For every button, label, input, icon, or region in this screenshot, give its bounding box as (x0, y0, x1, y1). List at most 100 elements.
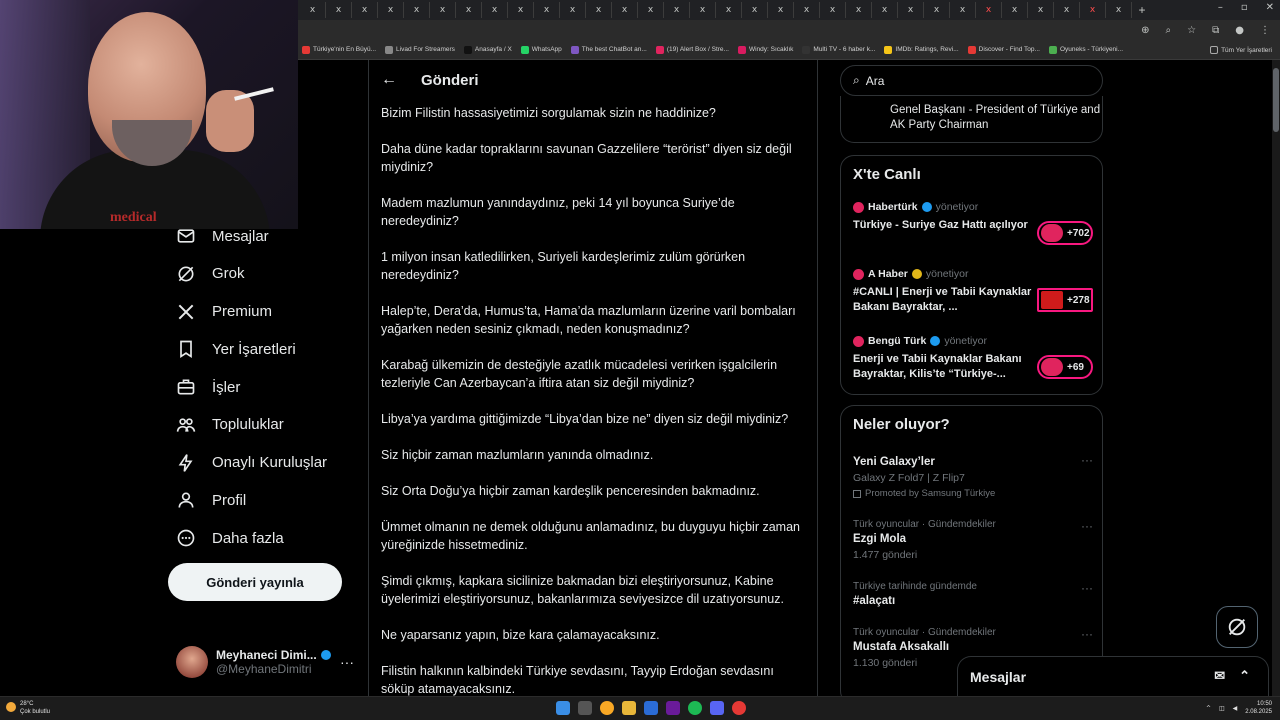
expand-icon[interactable]: ⌃ (1239, 668, 1250, 684)
live-item[interactable]: Habertürk yönetiyor Türkiye - Suriye Gaz H… (853, 201, 1093, 245)
all-bookmarks[interactable]: Tüm Yer İşaretleri (1210, 46, 1272, 54)
browser-tab[interactable]: x (430, 2, 456, 18)
browser-tab[interactable]: x (404, 2, 430, 18)
trend-item[interactable]: Türk oyuncular · Gündemdekiler Ezgi Mola 1… (853, 519, 1093, 561)
chrome-icon[interactable] (600, 701, 614, 715)
browser-tab[interactable]: x (924, 2, 950, 18)
more-icon[interactable]: ··· (1081, 519, 1093, 533)
search-icon[interactable]: ⌕ (1166, 25, 1172, 36)
edge-icon[interactable] (644, 701, 658, 715)
browser-tab[interactable]: x (1054, 2, 1080, 18)
nav-item-grok[interactable]: Grok (176, 256, 245, 292)
live-item[interactable]: A Haber yönetiyor #CANLI | Enerji ve Tabii… (853, 268, 1093, 315)
zoom-icon[interactable]: ⊕ (1141, 25, 1149, 36)
extensions-icon[interactable]: ⧉ (1212, 25, 1219, 36)
browser-tab[interactable]: x (898, 2, 924, 18)
nav-item-briefcase[interactable]: İşler (176, 369, 240, 405)
live-listener-badge[interactable]: +702 (1037, 221, 1093, 245)
bookmark-item[interactable]: Livad For Streamers (385, 45, 455, 54)
nav-item-person[interactable]: Profil (176, 482, 246, 518)
browser-tab[interactable]: x (378, 2, 404, 18)
browser-tab[interactable]: x (508, 2, 534, 18)
browser-tab[interactable]: x (820, 2, 846, 18)
bookmark-item[interactable]: The best ChatBot an... (570, 45, 647, 54)
new-message-icon[interactable]: ✉ (1214, 668, 1225, 684)
scrollbar-thumb[interactable] (1273, 68, 1279, 132)
post-button[interactable]: Gönderi yayınla (168, 563, 342, 601)
browser-tab[interactable]: x (612, 2, 638, 18)
weather-widget[interactable]: 28°C Çok bulutlu (6, 700, 50, 716)
nav-item-more-circle[interactable]: Daha fazla (176, 520, 284, 556)
live-item[interactable]: Bengü Türk yönetiyor Enerji ve Tabii Kayna… (853, 335, 1093, 382)
back-arrow-icon[interactable]: ← (381, 71, 397, 89)
browser-tab[interactable]: x (716, 2, 742, 18)
grok-floating-button[interactable] (1216, 606, 1258, 648)
browser-tab[interactable]: x (664, 2, 690, 18)
new-tab-button[interactable]: + (1132, 3, 1152, 17)
app-icon[interactable] (732, 701, 746, 715)
profile-icon[interactable]: ● (1235, 25, 1244, 36)
discord-icon[interactable] (710, 701, 724, 715)
browser-tab[interactable]: x (872, 2, 898, 18)
bookmark-item[interactable]: Türkiye'nin En Büyü... (302, 45, 376, 54)
browser-tab[interactable]: x (482, 2, 508, 18)
browser-tab[interactable]: x (1002, 2, 1028, 18)
more-icon[interactable]: ··· (1081, 453, 1093, 467)
more-icon[interactable]: ··· (1081, 627, 1093, 641)
browser-tab[interactable]: x (794, 2, 820, 18)
page-scrollbar[interactable] (1272, 60, 1280, 696)
messages-drawer[interactable]: Mesajlar ✉ ⌃ (957, 656, 1269, 696)
live-listener-badge[interactable]: +278 (1037, 288, 1093, 312)
bookmark-item[interactable]: Multi TV - 6 haber k... (802, 45, 875, 54)
browser-tab[interactable]: x (950, 2, 976, 18)
chevron-up-icon[interactable]: ^ (1206, 705, 1211, 712)
bookmark-star-icon[interactable]: ☆ (1187, 25, 1196, 36)
bookmark-item[interactable]: WhatsApp (520, 45, 562, 54)
browser-tab[interactable]: x (300, 2, 326, 18)
nav-item-people[interactable]: Topluluklar (176, 407, 284, 443)
browser-tab[interactable]: x (352, 2, 378, 18)
bookmark-item[interactable]: Discover - Find Top... (967, 45, 1040, 54)
browser-tab[interactable]: x (586, 2, 612, 18)
minimize-icon[interactable]: – (1218, 2, 1223, 13)
more-icon[interactable]: ··· (1081, 581, 1093, 595)
bookmark-item[interactable]: Oyuneks - Türkiyeni... (1048, 45, 1123, 54)
browser-tab[interactable]: x (976, 2, 1002, 18)
volume-icon[interactable]: ◀ (1233, 705, 1238, 712)
browser-tab[interactable]: x (456, 2, 482, 18)
close-icon[interactable]: ✕ (1266, 2, 1274, 13)
bookmark-item[interactable]: Anasayfa / X (463, 45, 512, 54)
obs-icon[interactable] (666, 701, 680, 715)
nav-item-lightning[interactable]: Onaylı Kuruluşlar (176, 445, 327, 481)
nav-item-bookmark[interactable]: Yer İşaretleri (176, 331, 296, 367)
folder-icon[interactable] (622, 701, 636, 715)
browser-tab[interactable]: x (534, 2, 560, 18)
maximize-icon[interactable]: ▫ (1241, 2, 1248, 13)
bookmark-item[interactable]: IMDb: Ratings, Revi... (884, 45, 959, 54)
windows-start-icon[interactable] (556, 701, 570, 715)
browser-tab[interactable]: x (742, 2, 768, 18)
nav-item-x-logo[interactable]: Premium (176, 294, 272, 330)
profile-card[interactable]: Meyhaneci Dimi... @MeyhaneDimitri ··· (176, 642, 366, 682)
trend-item[interactable]: Yeni Galaxy’ler Galaxy Z Fold7 | Z Flip7 P… (853, 453, 1093, 499)
search-icon[interactable] (578, 701, 592, 715)
live-listener-badge[interactable]: +69 (1037, 355, 1093, 379)
more-icon[interactable]: ··· (340, 654, 354, 670)
who-to-follow-card[interactable]: Genel Başkanı - President of Türkiye and… (840, 96, 1103, 143)
clock[interactable]: 10:50 2.08.2025 (1245, 700, 1272, 716)
browser-tab[interactable]: x (1080, 2, 1106, 18)
browser-tab[interactable]: x (1028, 2, 1054, 18)
browser-tab[interactable]: x (768, 2, 794, 18)
menu-icon[interactable]: ⋮ (1260, 25, 1270, 36)
browser-tab[interactable]: x (1106, 2, 1132, 18)
browser-tab[interactable]: x (846, 2, 872, 18)
trend-item[interactable]: Türkiye tarihinde gündemde #alaçatı ··· (853, 581, 1093, 607)
search-box[interactable]: ⌕ Ara (840, 65, 1103, 96)
browser-tab[interactable]: x (560, 2, 586, 18)
browser-tab[interactable]: x (326, 2, 352, 18)
bookmark-item[interactable]: (19) Alert Box / Stre... (655, 45, 729, 54)
network-icon[interactable]: ◫ (1219, 705, 1225, 712)
browser-tab[interactable]: x (638, 2, 664, 18)
bookmark-item[interactable]: Windy: Sıcaklık (737, 45, 793, 54)
browser-tab[interactable]: x (690, 2, 716, 18)
